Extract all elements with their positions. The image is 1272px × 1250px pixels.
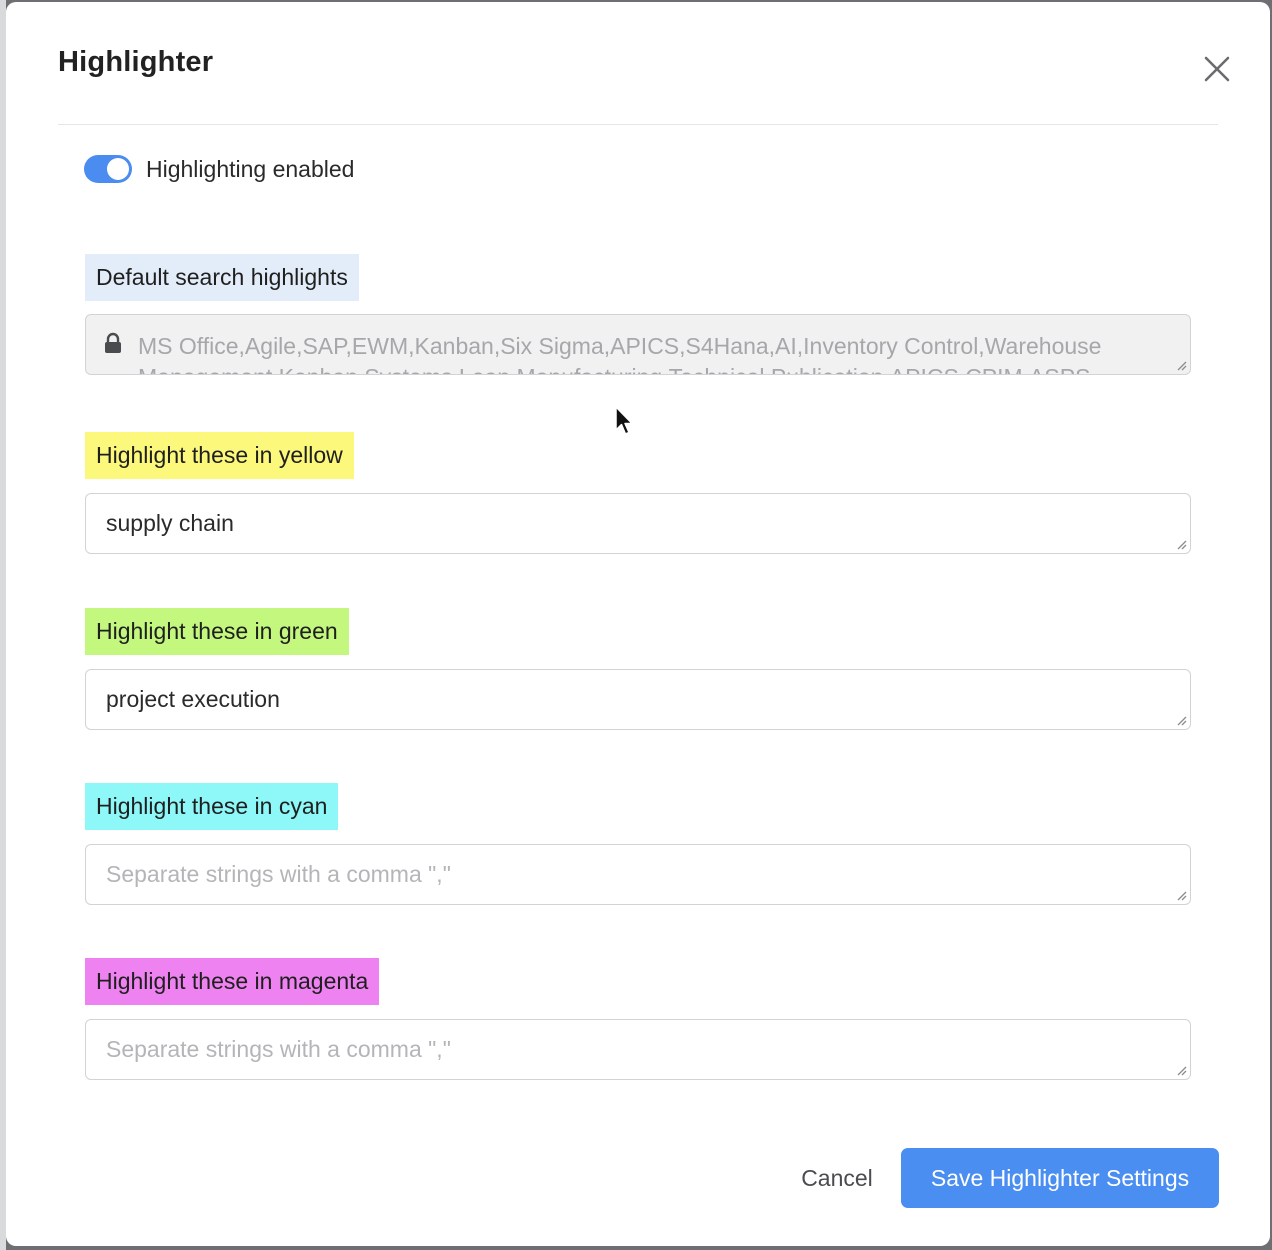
header-divider bbox=[58, 124, 1218, 125]
resize-handle-icon[interactable] bbox=[1175, 538, 1187, 550]
yellow-label: Highlight these in yellow bbox=[85, 432, 354, 479]
resize-handle-icon[interactable] bbox=[1175, 359, 1187, 371]
magenta-label: Highlight these in magenta bbox=[85, 958, 380, 1005]
green-field-value: project execution bbox=[106, 686, 280, 712]
resize-handle-icon[interactable] bbox=[1175, 1064, 1187, 1076]
cyan-field[interactable]: Separate strings with a comma "," bbox=[85, 844, 1191, 905]
cyan-label: Highlight these in cyan bbox=[85, 783, 339, 830]
resize-handle-icon[interactable] bbox=[1175, 714, 1187, 726]
yellow-field[interactable]: supply chain bbox=[85, 493, 1191, 554]
magenta-field[interactable]: Separate strings with a comma "," bbox=[85, 1019, 1191, 1080]
default-highlights-field: MS Office,Agile,SAP,EWM,Kanban,Six Sigma… bbox=[85, 314, 1191, 375]
toggle-knob bbox=[107, 158, 129, 180]
magenta-field-placeholder: Separate strings with a comma "," bbox=[106, 1036, 451, 1062]
green-field[interactable]: project execution bbox=[85, 669, 1191, 730]
yellow-field-value: supply chain bbox=[106, 510, 234, 536]
dialog-title: Highlighter bbox=[58, 46, 214, 78]
green-label: Highlight these in green bbox=[85, 608, 349, 655]
cyan-field-placeholder: Separate strings with a comma "," bbox=[106, 861, 451, 887]
save-button[interactable]: Save Highlighter Settings bbox=[901, 1148, 1219, 1208]
cancel-button[interactable]: Cancel bbox=[786, 1148, 888, 1208]
lock-icon bbox=[105, 332, 121, 353]
default-highlights-value: MS Office,Agile,SAP,EWM,Kanban,Six Sigma… bbox=[138, 333, 1102, 374]
highlighter-dialog: Highlighter Highlighting enabled Default… bbox=[6, 2, 1270, 1246]
default-highlights-label: Default search highlights bbox=[85, 254, 359, 301]
toggle-label: Highlighting enabled bbox=[146, 156, 355, 182]
highlighting-toggle[interactable] bbox=[84, 155, 132, 183]
resize-handle-icon[interactable] bbox=[1175, 889, 1187, 901]
close-icon[interactable] bbox=[1200, 52, 1234, 86]
mouse-cursor-icon bbox=[615, 406, 633, 435]
